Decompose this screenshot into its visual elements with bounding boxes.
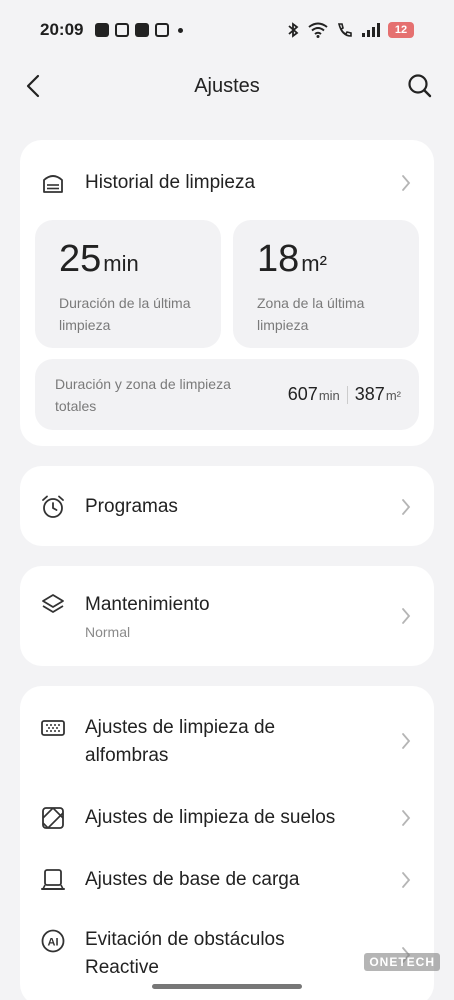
carpet-icon [41,720,65,736]
charging-dock-icon [41,869,65,890]
notification-app-icon [115,23,130,37]
call-icon [337,23,352,37]
home-indicator[interactable] [152,984,302,989]
last-area-value: 18m² [257,238,327,281]
wifi-icon [308,22,328,38]
last-area-number: 18 [257,238,300,280]
svg-text:AI: AI [48,937,59,949]
total-area-number: 387 [354,384,385,404]
cleaning-history-label: Historial de limpieza [85,172,256,193]
chevron-left-icon [26,74,40,98]
total-duration-unit: min [318,388,340,403]
carpet-settings-row[interactable]: Ajustes de limpieza de alfombras [20,706,434,778]
notification-app-icon [95,23,110,37]
chevron-right-icon [402,175,411,191]
totals-values: 607 min 387 m² [288,384,401,405]
maintenance-card: Mantenimiento Normal [20,566,434,666]
carpet-settings-label: Ajustes de limpieza de alfombras [85,717,276,766]
signal-icon [362,23,380,37]
last-area-unit: m² [301,251,327,276]
alarm-clock-icon [42,495,64,518]
search-button[interactable] [404,70,436,102]
programs-label: Programas [85,496,178,517]
watermark-logo: ONETECH [364,953,440,971]
chevron-right-icon [402,872,411,888]
more-notifications-dot [178,27,184,33]
programs-card: Programas [20,466,434,546]
maintenance-label: Mantenimiento [85,594,210,615]
totals-divider [346,385,348,404]
dock-settings-label: Ajustes de base de carga [85,869,300,890]
maintenance-row[interactable]: Mantenimiento Normal [20,566,434,666]
page-title: Ajustes [194,74,260,97]
floor-settings-label: Ajustes de limpieza de suelos [85,807,336,828]
chevron-right-icon [402,608,411,624]
chevron-right-icon [402,810,411,826]
total-duration-number: 607 [287,384,318,404]
dock-settings-row[interactable]: Ajustes de base de carga [20,858,434,902]
ai-icon: AI [41,929,65,953]
bluetooth-icon [288,22,299,38]
maintenance-status: Normal [85,624,131,640]
last-duration-box: 25min Duración de la última limpieza [35,220,221,348]
floor-settings-row[interactable]: Ajustes de limpieza de suelos [20,796,434,840]
status-bar: 20:09 12 [0,0,454,60]
cleaning-history-row[interactable]: Historial de limpieza [20,166,434,200]
layers-icon [42,594,64,613]
status-time: 20:09 [40,20,84,39]
last-duration-number: 25 [59,238,102,280]
last-duration-value: 25min [59,238,139,281]
app-header: Ajustes [0,62,454,110]
obstacle-avoidance-label: Evitación de obstáculos Reactive [85,929,285,978]
linkedin-icon [135,23,150,37]
totals-label: Duración y zona de limpieza totales [55,376,231,414]
programs-row[interactable]: Programas [20,466,434,546]
last-area-label: Zona de la última limpieza [257,295,365,333]
totals-box: Duración y zona de limpieza totales 607 … [35,359,419,430]
search-icon [408,74,432,98]
chevron-right-icon [402,733,411,749]
history-icon [43,175,63,193]
last-duration-unit: min [103,251,139,276]
total-area-unit: m² [385,388,401,403]
cleaning-history-card: Historial de limpieza 25min Duración de … [20,140,434,446]
back-button[interactable] [18,70,50,102]
chevron-right-icon [402,499,411,515]
floor-icon [42,807,64,829]
last-duration-label: Duración de la última limpieza [59,295,191,333]
battery-level: 12 [394,24,408,36]
gmail-icon [155,23,170,37]
battery-indicator: 12 [388,22,414,38]
last-area-box: 18m² Zona de la última limpieza [233,220,419,348]
